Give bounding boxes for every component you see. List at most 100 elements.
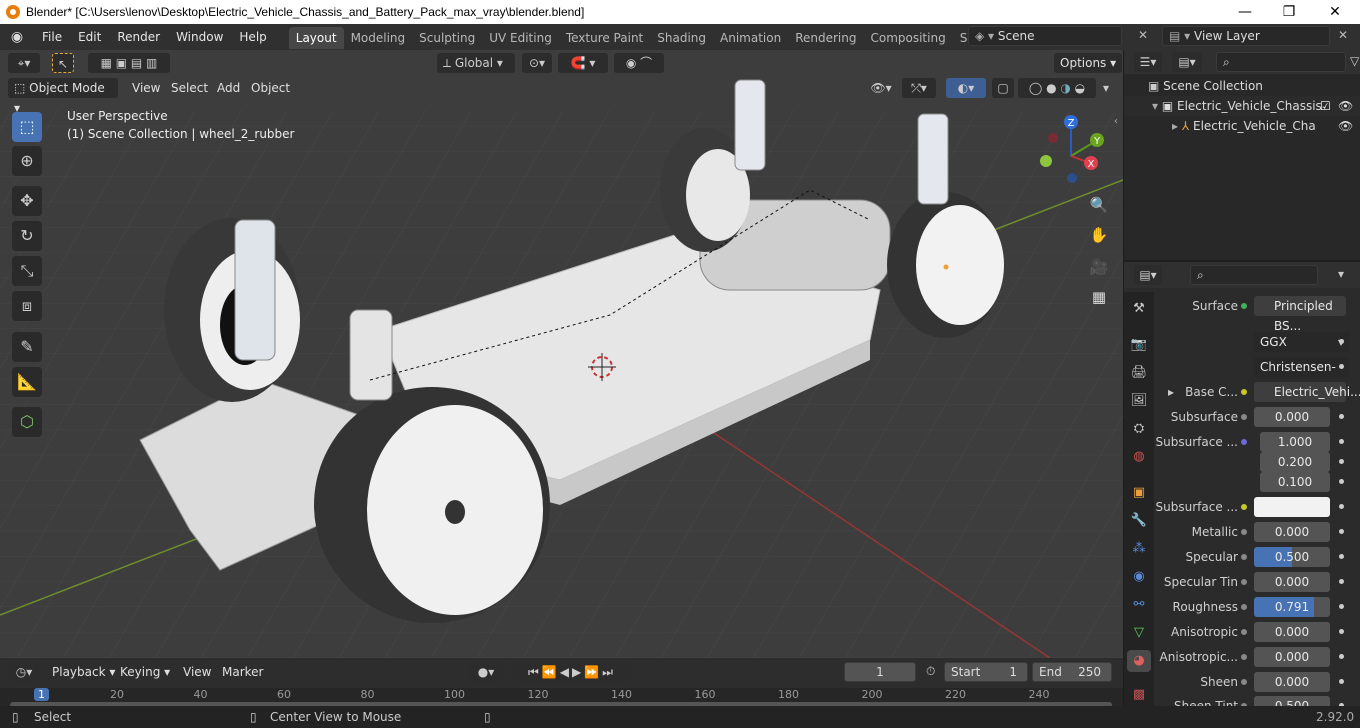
display-mode-icon[interactable]: ▤▾ bbox=[1172, 52, 1202, 72]
keyframe-dot[interactable] bbox=[1339, 579, 1344, 584]
socket-icon[interactable] bbox=[1239, 627, 1249, 637]
tool-move[interactable]: ✥ bbox=[12, 186, 42, 216]
view-layer-selector[interactable]: ▤ ▾ View Layer bbox=[1162, 26, 1330, 46]
tool-annotate[interactable]: ✎ bbox=[12, 332, 42, 362]
tab-sculpting[interactable]: Sculpting bbox=[412, 27, 482, 49]
maximize-button[interactable]: ❐ bbox=[1266, 0, 1312, 24]
outliner-item-collection[interactable]: ▾ ▣ Electric_Vehicle_Chassis ☑ 👁 bbox=[1124, 96, 1360, 116]
socket-icon[interactable] bbox=[1239, 412, 1249, 422]
subsurface-method-dropdown[interactable]: Christensen-B...▾ bbox=[1254, 357, 1350, 394]
camera-view-icon[interactable]: 🎥 bbox=[1086, 254, 1112, 280]
exclude-checkbox-icon[interactable]: ☑ bbox=[1320, 96, 1331, 116]
output-tab-icon[interactable]: 🖨 bbox=[1127, 362, 1151, 384]
close-window-button[interactable]: ✕ bbox=[1312, 0, 1358, 24]
keyframe-dot[interactable] bbox=[1339, 629, 1344, 634]
tool-scale[interactable]: ⤡ bbox=[12, 256, 42, 286]
tab-uv-editing[interactable]: UV Editing bbox=[482, 27, 559, 49]
world-tab-icon[interactable]: ◍ bbox=[1127, 446, 1151, 468]
selection-mode-group[interactable]: ▦ ▣ ▤ ▥ bbox=[88, 53, 170, 73]
color-socket-icon[interactable] bbox=[1239, 387, 1249, 397]
timeline-menu-playback[interactable]: Playback ▾ bbox=[46, 662, 121, 682]
tab-modeling[interactable]: Modeling bbox=[344, 27, 413, 49]
menu-render[interactable]: Render bbox=[109, 24, 168, 50]
properties-options-icon[interactable]: ▾ bbox=[1338, 267, 1344, 281]
render-tab-icon[interactable]: 📷 bbox=[1127, 334, 1151, 356]
viewport-menu-add[interactable]: Add bbox=[211, 78, 246, 98]
timeline-menu-marker[interactable]: Marker bbox=[216, 662, 269, 682]
tab-texture-paint[interactable]: Texture Paint bbox=[559, 27, 650, 49]
timeline-editor-type-icon[interactable]: ◷▾ bbox=[8, 662, 40, 682]
data-tab-icon[interactable]: ▽ bbox=[1127, 622, 1151, 644]
minimize-button[interactable]: — bbox=[1222, 0, 1268, 24]
visibility-icon[interactable]: 👁▾ bbox=[866, 78, 896, 98]
property-value-field[interactable]: 0.500 bbox=[1254, 547, 1330, 567]
pivot-point-icon[interactable]: ⊙▾ bbox=[522, 53, 552, 73]
tool-transform[interactable]: ⧈ bbox=[12, 291, 42, 321]
pan-hand-icon[interactable]: ✋ bbox=[1086, 222, 1112, 248]
property-value-field[interactable]: 0.000 bbox=[1254, 622, 1330, 642]
current-frame-field[interactable]: 1 bbox=[844, 662, 916, 682]
property-value-field[interactable] bbox=[1254, 497, 1330, 517]
menu-edit[interactable]: Edit bbox=[70, 24, 109, 50]
socket-icon[interactable] bbox=[1239, 677, 1249, 687]
eye-icon[interactable]: 👁 bbox=[1338, 96, 1353, 116]
gizmo-toggle-icon[interactable]: ⤱▾ bbox=[902, 78, 936, 98]
proportional-edit-icon[interactable]: ◉ ⌒ bbox=[614, 53, 664, 73]
outliner-search-input[interactable]: ⌕ bbox=[1216, 52, 1346, 72]
tab-layout[interactable]: Layout bbox=[288, 27, 344, 49]
remove-scene-icon[interactable]: ✕ bbox=[1138, 28, 1148, 42]
expand-arrow-icon[interactable]: ▸ bbox=[1168, 382, 1174, 402]
distribution-dropdown[interactable]: GGX▾ bbox=[1254, 332, 1350, 352]
texture-tab-icon[interactable]: ▩ bbox=[1127, 684, 1151, 706]
property-value-field[interactable]: 0.200 bbox=[1260, 452, 1330, 472]
particles-tab-icon[interactable]: ⁂ bbox=[1127, 538, 1151, 560]
property-value-field[interactable]: 0.000 bbox=[1254, 572, 1330, 592]
filter-icon[interactable]: ▽ bbox=[1350, 54, 1359, 68]
keyframe-dot[interactable] bbox=[1339, 504, 1344, 509]
keyframe-dot[interactable] bbox=[1339, 604, 1344, 609]
keyframe-dot[interactable] bbox=[1339, 479, 1344, 484]
tool-select-box[interactable]: ⬚ bbox=[12, 112, 42, 142]
constraints-tab-icon[interactable]: ⚯ bbox=[1127, 594, 1151, 616]
3d-viewport[interactable]: Z Y X ⌖▾ ↖ ▦ ▣ ▤ ▥ ⟂ Global ▾ ⊙▾ 🧲 ▾ ◉ ⌒… bbox=[0, 50, 1123, 658]
socket-icon[interactable] bbox=[1239, 502, 1249, 512]
zoom-icon[interactable]: 🔍 bbox=[1086, 192, 1112, 218]
select-box-tool-icon[interactable]: ↖ bbox=[52, 53, 74, 73]
property-value-field[interactable]: 0.000 bbox=[1254, 522, 1330, 542]
timeline-menu-view[interactable]: View bbox=[177, 662, 217, 682]
outliner-item-empty[interactable]: ▸ ⅄ Electric_Vehicle_Cha 👁 bbox=[1124, 116, 1360, 136]
xray-toggle-icon[interactable]: ▢ bbox=[992, 78, 1014, 98]
property-value-field[interactable]: 0.000 bbox=[1254, 672, 1330, 692]
socket-icon[interactable] bbox=[1239, 602, 1249, 612]
timeline-menu-keying[interactable]: Keying ▾ bbox=[114, 662, 176, 682]
orthographic-grid-icon[interactable]: ▦ bbox=[1086, 284, 1112, 310]
scene-tab-icon[interactable]: ⛭ bbox=[1127, 418, 1151, 440]
menu-help[interactable]: Help bbox=[231, 24, 274, 50]
keyframe-dot[interactable] bbox=[1339, 554, 1344, 559]
overlay-toggle-icon[interactable]: ◐▾ bbox=[946, 78, 986, 98]
end-frame-field[interactable]: End 250 bbox=[1032, 662, 1112, 682]
keyframe-dot[interactable] bbox=[1339, 459, 1344, 464]
shading-options-icon[interactable]: ▾ bbox=[1098, 78, 1114, 98]
socket-icon[interactable] bbox=[1239, 577, 1249, 587]
keyframe-dot[interactable] bbox=[1339, 439, 1344, 444]
physics-tab-icon[interactable]: ◉ bbox=[1127, 566, 1151, 588]
snap-icon[interactable]: 🧲 ▾ bbox=[558, 53, 608, 73]
socket-icon[interactable] bbox=[1239, 437, 1249, 447]
tool-rotate[interactable]: ↻ bbox=[12, 221, 42, 251]
property-value-field[interactable]: 0.791 bbox=[1254, 597, 1330, 617]
auto-keying-icon[interactable]: ●▾ bbox=[468, 662, 504, 682]
material-tab-icon[interactable]: ◕ bbox=[1127, 650, 1151, 672]
surface-shader-field[interactable]: Principled BS... bbox=[1254, 296, 1346, 333]
object-tab-icon[interactable]: ▣ bbox=[1127, 482, 1151, 504]
options-dropdown[interactable]: Options ▾ bbox=[1054, 53, 1123, 73]
socket-icon[interactable] bbox=[1239, 552, 1249, 562]
sidebar-toggle-icon[interactable]: ‹ bbox=[1114, 116, 1118, 127]
property-value-field[interactable]: 0.000 bbox=[1254, 647, 1330, 667]
base-color-texture-field[interactable]: Electric_Vehi... bbox=[1254, 382, 1360, 402]
outliner-editor-type-icon[interactable]: ☰▾ bbox=[1134, 52, 1162, 72]
property-value-field[interactable]: 0.100 bbox=[1260, 472, 1330, 492]
scene-selector[interactable]: ◈ ▾ Scene bbox=[968, 26, 1122, 46]
properties-editor-type-icon[interactable]: ▤▾ bbox=[1134, 265, 1162, 285]
keyframe-dot[interactable] bbox=[1339, 339, 1344, 344]
